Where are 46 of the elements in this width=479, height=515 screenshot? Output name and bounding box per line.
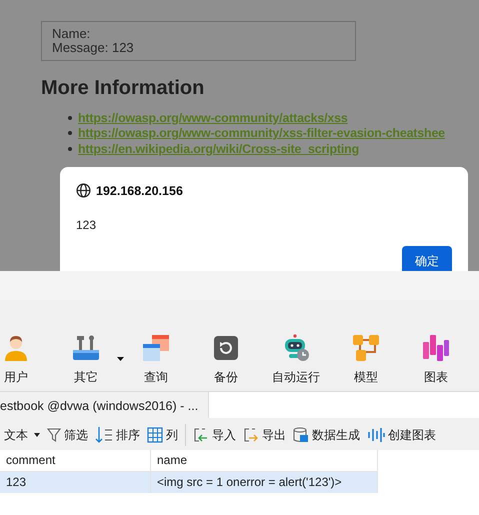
dialog-title: 192.168.20.156 xyxy=(96,184,183,198)
entry-text: Message: 123 xyxy=(52,41,135,55)
toolbar-button[interactable]: 用户 xyxy=(4,369,28,385)
restore-icon[interactable] xyxy=(212,334,240,362)
grid-icon[interactable] xyxy=(147,427,163,443)
toolbar-button[interactable]: 查询 xyxy=(144,369,168,385)
column-header[interactable]: name xyxy=(151,450,378,471)
toolbar-button[interactable]: 列 xyxy=(166,426,178,444)
caret-icon[interactable] xyxy=(34,433,40,437)
diagram-icon[interactable] xyxy=(352,334,380,362)
toolbox-icon[interactable] xyxy=(72,334,100,362)
toolbar-button[interactable]: 导出 xyxy=(262,426,286,444)
dialog-message: 123 xyxy=(76,218,98,232)
caret-icon[interactable] xyxy=(117,357,124,361)
section-heading: More Information xyxy=(41,76,206,100)
column-header[interactable]: comment xyxy=(0,450,151,471)
robot-icon[interactable] xyxy=(282,334,310,362)
bullet-icon xyxy=(68,116,72,120)
bullet-icon xyxy=(68,146,72,151)
export-icon[interactable] xyxy=(243,427,259,443)
toolbar-button[interactable]: 其它 xyxy=(74,369,98,385)
toolbar-button[interactable]: 排序 xyxy=(116,426,140,444)
chart-icon[interactable] xyxy=(422,334,450,362)
entry-text: Name: xyxy=(52,27,92,41)
table-icon[interactable] xyxy=(142,334,170,362)
toolbar-button[interactable]: 数据生成 xyxy=(312,426,360,444)
toolbar-button[interactable]: 自动运行 xyxy=(272,369,320,385)
user-icon[interactable] xyxy=(2,334,30,362)
sort-icon[interactable] xyxy=(95,426,113,444)
toolbar-button[interactable]: 导入 xyxy=(212,426,236,444)
table-row[interactable]: 123 <img src = 1 onerror = alert('123')> xyxy=(0,472,378,493)
toolbar-button[interactable]: 模型 xyxy=(354,369,378,385)
ok-button[interactable]: 确定 xyxy=(402,246,452,271)
globe-icon xyxy=(76,183,91,198)
database-icon[interactable] xyxy=(293,427,309,443)
toolbar-button[interactable]: 图表 xyxy=(424,369,448,385)
table-cell: <img src = 1 onerror = alert('123')> xyxy=(151,472,378,493)
bullet-icon xyxy=(68,131,72,136)
toolbar-button[interactable]: 备份 xyxy=(214,369,238,385)
toolbar-button[interactable]: 创建图表 xyxy=(388,426,436,444)
toolbar-button[interactable]: 筛选 xyxy=(64,426,88,444)
wave-icon[interactable] xyxy=(367,427,385,443)
filter-icon[interactable] xyxy=(47,427,61,443)
import-icon[interactable] xyxy=(193,427,209,443)
table-cell: 123 xyxy=(0,472,151,493)
toolbar-button[interactable]: 文本 xyxy=(4,426,28,444)
